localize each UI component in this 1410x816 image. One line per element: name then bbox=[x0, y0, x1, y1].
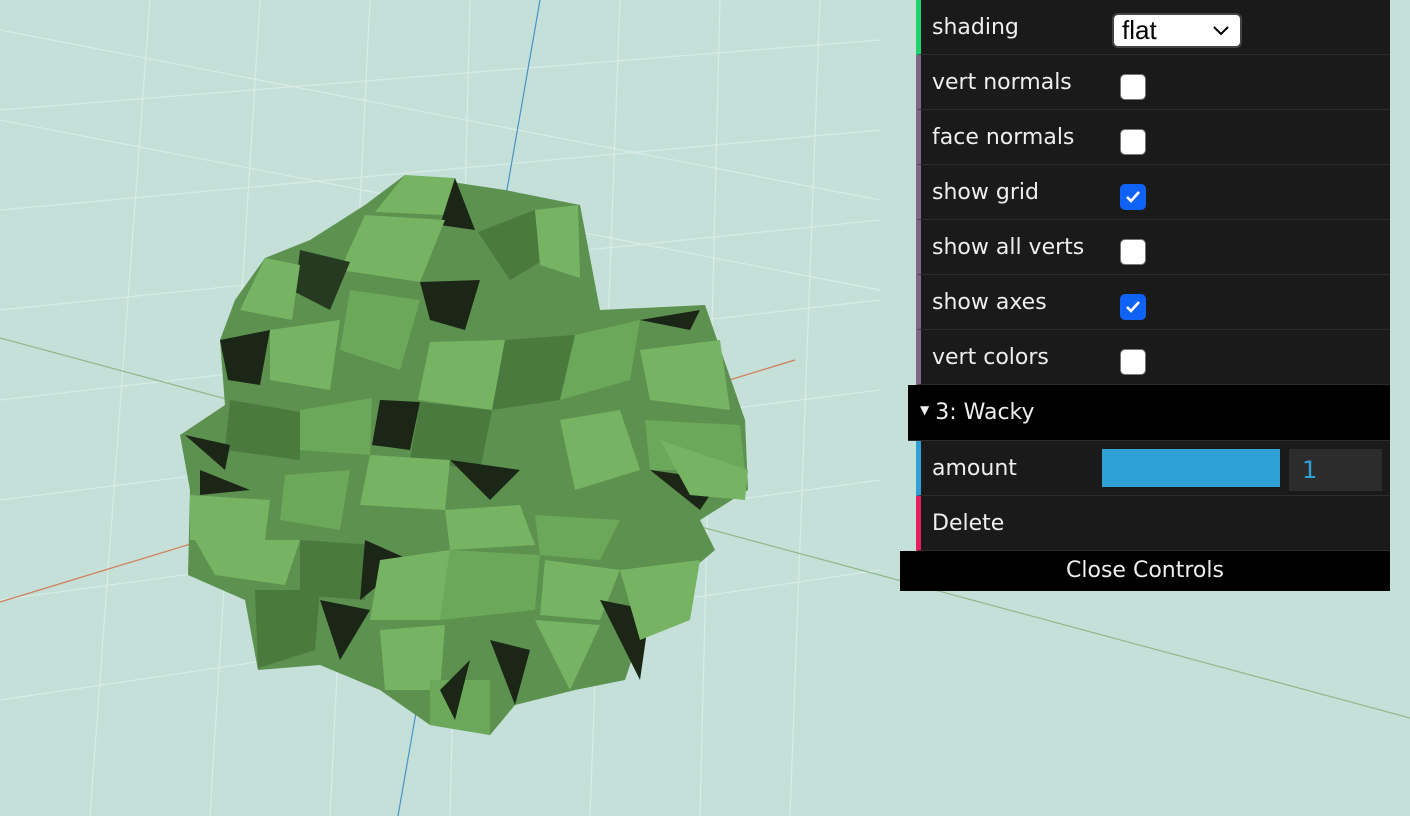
triangle-down-icon: ▼ bbox=[920, 403, 930, 417]
shading-value: flat bbox=[1122, 15, 1157, 45]
amount-row: amount 1 bbox=[916, 441, 1390, 496]
show-all-verts-checkbox[interactable] bbox=[1120, 239, 1146, 265]
controls-panel: shading flat vert normals face normals s… bbox=[900, 0, 1390, 591]
delete-button[interactable]: Delete bbox=[916, 496, 1390, 551]
checkmark-icon bbox=[1126, 301, 1140, 313]
chevron-down-icon bbox=[1212, 16, 1230, 47]
vert-colors-checkbox[interactable] bbox=[1120, 349, 1146, 375]
face-normals-label: face normals bbox=[932, 125, 1075, 150]
shading-row: shading flat bbox=[916, 0, 1390, 55]
show-axes-checkbox[interactable] bbox=[1120, 294, 1146, 320]
vert-normals-row: vert normals bbox=[916, 55, 1390, 110]
shading-label: shading bbox=[932, 15, 1019, 40]
show-axes-row: show axes bbox=[916, 275, 1390, 330]
amount-slider[interactable] bbox=[1102, 449, 1280, 487]
face-normals-row: face normals bbox=[916, 110, 1390, 165]
shading-select[interactable]: flat bbox=[1112, 13, 1242, 48]
show-axes-label: show axes bbox=[932, 290, 1047, 315]
show-all-verts-row: show all verts bbox=[916, 220, 1390, 275]
face-normals-checkbox[interactable] bbox=[1120, 129, 1146, 155]
vert-colors-label: vert colors bbox=[932, 345, 1049, 370]
folder-title: 3: Wacky bbox=[935, 400, 1035, 425]
checkmark-icon bbox=[1126, 191, 1140, 203]
amount-input[interactable]: 1 bbox=[1289, 449, 1382, 491]
show-grid-label: show grid bbox=[932, 180, 1039, 205]
vert-normals-label: vert normals bbox=[932, 70, 1072, 95]
amount-label: amount bbox=[932, 456, 1017, 481]
delete-label: Delete bbox=[932, 511, 1005, 536]
show-grid-checkbox[interactable] bbox=[1120, 184, 1146, 210]
show-all-verts-label: show all verts bbox=[932, 235, 1085, 260]
folder-wacky[interactable]: ▼ 3: Wacky bbox=[908, 385, 1390, 441]
vert-normals-checkbox[interactable] bbox=[1120, 74, 1146, 100]
show-grid-row: show grid bbox=[916, 165, 1390, 220]
close-controls-button[interactable]: Close Controls bbox=[900, 551, 1390, 591]
vert-colors-row: vert colors bbox=[916, 330, 1390, 385]
